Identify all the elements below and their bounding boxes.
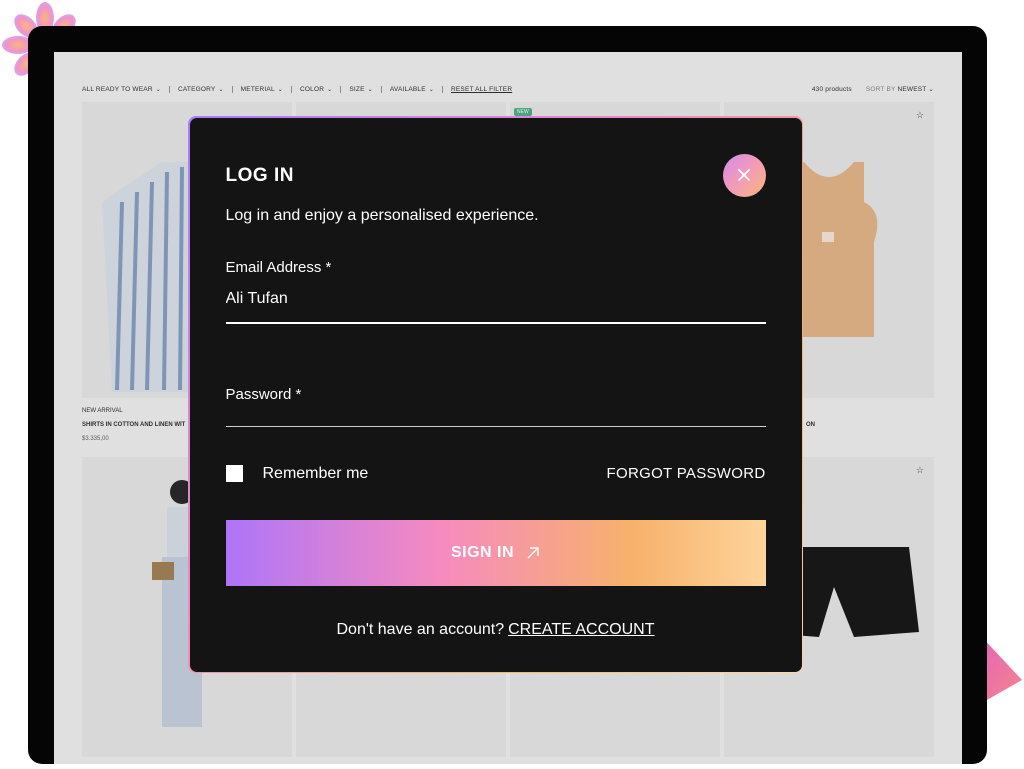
modal-title: LOG IN xyxy=(225,164,294,186)
modal-subtitle: Log in and enjoy a personalised experien… xyxy=(225,206,539,224)
signup-prompt-text: Don't have an account? xyxy=(336,620,505,638)
sign-in-button[interactable]: SIGN IN xyxy=(225,519,766,586)
remember-checkbox[interactable] xyxy=(225,465,243,482)
login-modal: LOG IN Log in and enjoy a personalised e… xyxy=(188,116,803,673)
close-button[interactable] xyxy=(722,153,766,197)
sign-in-label: SIGN IN xyxy=(450,543,515,561)
signup-prompt: Don't have an account? CREATE ACCOUNT xyxy=(190,621,802,639)
remember-me-control[interactable]: Remember me xyxy=(225,464,369,483)
login-modal-body: LOG IN Log in and enjoy a personalised e… xyxy=(189,117,802,672)
email-label: Email Address * xyxy=(225,258,332,276)
email-field[interactable] xyxy=(225,287,766,310)
password-field[interactable] xyxy=(225,399,766,422)
remember-label: Remember me xyxy=(262,464,369,482)
email-underline xyxy=(225,321,766,324)
forgot-password-link[interactable]: FORGOT PASSWORD xyxy=(607,465,766,482)
arrow-up-right-icon xyxy=(527,546,539,558)
close-icon xyxy=(738,169,750,181)
create-account-link[interactable]: CREATE ACCOUNT xyxy=(508,621,654,638)
password-underline xyxy=(225,425,766,427)
